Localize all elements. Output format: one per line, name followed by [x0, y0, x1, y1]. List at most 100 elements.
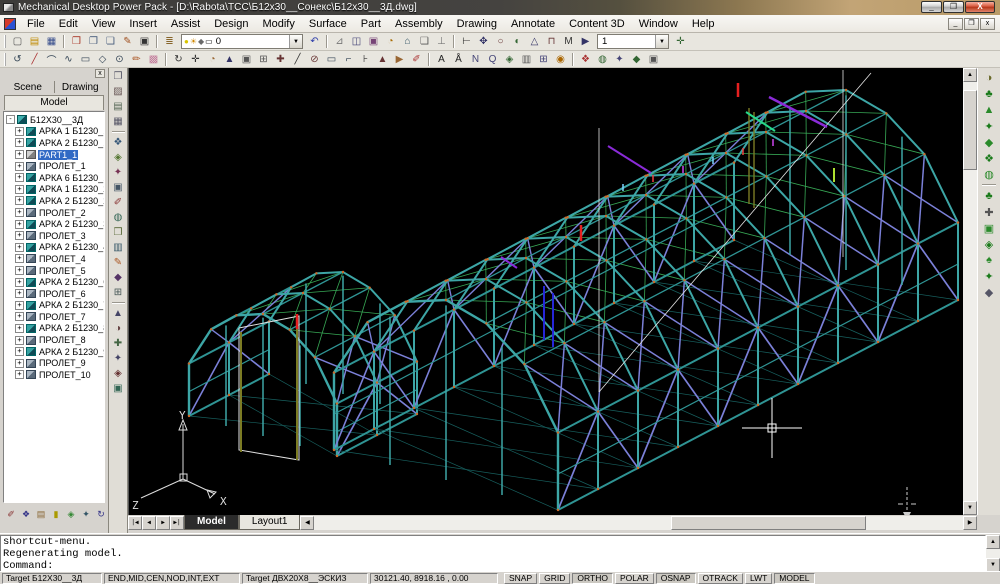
status-toggle-ortho[interactable]: ORTHO [572, 573, 613, 584]
menu-window[interactable]: Window [632, 16, 685, 32]
render-tool-tool[interactable]: ◍ [980, 166, 998, 182]
toolbar-button-tool[interactable]: N [467, 52, 484, 67]
command-history[interactable]: shortcut-menu. Regenerating model. Comma… [0, 535, 986, 572]
tree-expand-icon[interactable]: + [15, 278, 24, 287]
tree-expand-icon[interactable]: + [15, 370, 24, 379]
render-tool-tool[interactable]: ▣ [980, 220, 998, 236]
menu-annotate[interactable]: Annotate [504, 16, 562, 32]
prev-tab-button[interactable]: ◀ [142, 516, 156, 530]
toolbar-button-tool[interactable]: ▥ [518, 52, 535, 67]
doc-close-button[interactable]: x [980, 18, 995, 30]
toolbar-button-tool[interactable]: ✦ [611, 52, 628, 67]
toolbar-button-save[interactable]: ▦ [43, 34, 60, 49]
toolbar-button-tool[interactable]: ▣ [365, 34, 382, 49]
toolbar-grip[interactable] [4, 53, 7, 66]
browser-tool-tool[interactable]: ❖ [19, 507, 33, 521]
tab-layout1[interactable]: Layout1 [239, 515, 301, 530]
toolbar-button-tool[interactable]: ▲ [221, 52, 238, 67]
toolbar-button-matchprop[interactable]: ✎ [119, 34, 136, 49]
toolbar-button-zoom[interactable]: Q [484, 52, 501, 67]
render-tool-tool[interactable]: ♣ [980, 188, 998, 204]
side-tool-tool[interactable]: ✎ [110, 255, 127, 270]
doc-minimize-button[interactable]: _ [948, 18, 963, 30]
browser-tool-tool[interactable]: ▤ [34, 507, 48, 521]
title-bar[interactable]: Mechanical Desktop Power Pack - [D:\Rabo… [0, 0, 1000, 15]
tree-item-label[interactable]: АРКА 1 Б1230_1 [38, 126, 105, 136]
toolbar-button-tool[interactable]: ╱ [289, 52, 306, 67]
tree-item[interactable]: +АРКА 2 Б1230_3 [15, 218, 104, 230]
toolbar-button-tool[interactable]: ✥ [475, 34, 492, 49]
toolbar-button-rectangle[interactable]: ▭ [77, 52, 94, 67]
toolbar-button-move[interactable]: ✛ [187, 52, 204, 67]
toolbar-button-tool[interactable]: ◔ [204, 52, 221, 67]
coordinates-readout[interactable]: 30121.40, 8918.16 , 0.00 [370, 573, 498, 584]
toolbar-button-tool[interactable]: ◉ [552, 52, 569, 67]
tree-item[interactable]: +ПРОЛЕТ_2 [15, 207, 104, 219]
tree-item[interactable]: +ПРОЛЕТ_1 [15, 160, 104, 172]
chevron-down-icon[interactable]: ▼ [655, 35, 668, 48]
tree-expand-icon[interactable]: + [15, 324, 24, 333]
toolbar-button-arc[interactable]: ⌒ [43, 52, 60, 67]
side-tool-tool[interactable]: ◆ [110, 270, 127, 285]
tree-item[interactable]: +АРКА 2 Б1230_9 [15, 346, 104, 358]
panel-close-button[interactable]: x [95, 69, 105, 78]
tree-expand-icon[interactable]: + [15, 150, 24, 159]
tree-expand-icon[interactable]: + [15, 266, 24, 275]
tree-expand-icon[interactable]: + [15, 243, 24, 252]
toolbar-button-rotate[interactable]: ↻ [170, 52, 187, 67]
toolbar-button-tool[interactable]: ▶ [577, 34, 594, 49]
render-tool-tool[interactable]: ✦ [980, 268, 998, 284]
tree-item-label[interactable]: АРКА 2 Б1230_2 [38, 196, 105, 206]
toolbar-button-trim[interactable]: ⊘ [306, 52, 323, 67]
toolbar-button-circle[interactable]: ⊙ [111, 52, 128, 67]
tree-item-label[interactable]: АРКА 2 Б1230_6 [38, 277, 105, 287]
tree-expand-icon[interactable]: + [15, 347, 24, 356]
toolbar-button-open[interactable]: ▤ [26, 34, 43, 49]
tree-item-label[interactable]: АРКА 2 Б1230_8 [38, 323, 105, 333]
tree-expand-icon[interactable]: + [15, 359, 24, 368]
toolbar-button-tool[interactable]: ◍ [594, 52, 611, 67]
tree-item[interactable]: +АРКА 2 Б1230_7 [15, 300, 104, 312]
first-tab-button[interactable]: |◀ [128, 516, 142, 530]
tree-item-label[interactable]: ПРОЛЕТ_2 [38, 208, 87, 218]
tree-item[interactable]: +АРКА 1 Б1230_2 [15, 184, 104, 196]
render-tool-tool[interactable]: ✦ [980, 118, 998, 134]
render-tool-tool[interactable]: ♣ [980, 86, 998, 102]
tree-item-label[interactable]: АРКА 2 Б1230_4 [38, 242, 105, 252]
tree-item-label[interactable]: АРКА 1 Б1230_2 [38, 184, 105, 194]
menu-view[interactable]: View [85, 16, 123, 32]
menu-drawing[interactable]: Drawing [450, 16, 504, 32]
menu-part[interactable]: Part [354, 16, 388, 32]
tab-drawing[interactable]: Drawing [55, 81, 107, 94]
horizontal-scrollbar[interactable]: ◀ ▶ [300, 516, 977, 530]
tree-item-label[interactable]: Б12X30__3Д [29, 115, 84, 125]
tree-expand-icon[interactable]: + [15, 312, 24, 321]
scroll-up-icon[interactable]: ▲ [986, 535, 1000, 549]
toolbar-button-tool[interactable]: ⊞ [535, 52, 552, 67]
toolbar-button-tool[interactable]: ▣ [238, 52, 255, 67]
tree-item[interactable]: +ПРОЛЕТ_10 [15, 369, 104, 381]
status-toggle-grid[interactable]: GRID [539, 573, 570, 584]
menu-surface[interactable]: Surface [302, 16, 354, 32]
toolbar-button-tool[interactable]: ✛ [672, 34, 689, 49]
toolbar-button-tool[interactable]: ⌂ [399, 34, 416, 49]
browser-tool-tool[interactable]: ↻ [94, 507, 108, 521]
tree-expand-icon[interactable]: + [15, 301, 24, 310]
tree-item[interactable]: + АРКА 2 Б1230_8 [15, 323, 104, 335]
side-tool-tool[interactable]: ▣ [110, 381, 127, 396]
tree-expand-icon[interactable]: + [15, 220, 24, 229]
render-tool-tool[interactable]: ❖ [980, 150, 998, 166]
tree-expand-icon[interactable]: + [15, 173, 24, 182]
toolbar-button-paste[interactable]: ❏ [102, 34, 119, 49]
tree-item[interactable]: +ПРОЛЕТ_9 [15, 357, 104, 369]
chevron-down-icon[interactable]: ▼ [289, 35, 302, 48]
tree-item[interactable]: -Б12X30__3Д [6, 114, 104, 126]
toolbar-button-hatch[interactable]: ▩ [145, 52, 162, 67]
minimize-button[interactable]: _ [921, 1, 942, 13]
status-toggle-polar[interactable]: POLAR [615, 573, 654, 584]
toolbar-button-power-dim[interactable]: ⊢ [458, 34, 475, 49]
side-tool-tool[interactable]: ▨ [110, 84, 127, 99]
toolbar-button-tool[interactable]: ◐ [509, 34, 526, 49]
side-tool-tool[interactable]: ▲ [110, 306, 127, 321]
toolbar-button-undo[interactable]: ↶ [306, 34, 323, 49]
